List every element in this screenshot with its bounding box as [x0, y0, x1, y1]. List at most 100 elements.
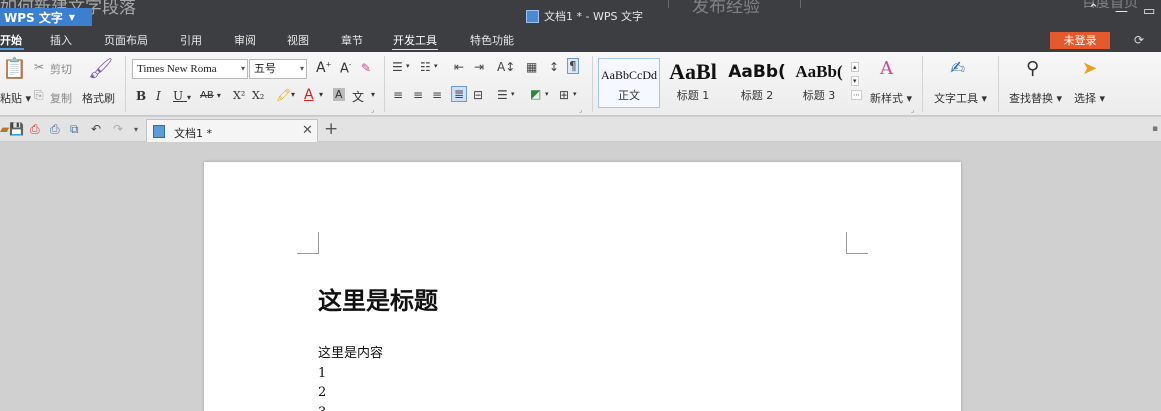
- undo-icon[interactable]: ↶: [91, 122, 101, 136]
- style-heading-2[interactable]: AaBb( 标题 2: [726, 58, 788, 108]
- shrink-font-button[interactable]: A-: [340, 61, 351, 76]
- sort-icon[interactable]: ↕: [549, 60, 559, 74]
- find-replace-button[interactable]: 查找替换 ▾: [1009, 90, 1062, 106]
- font-family-select[interactable]: Times New Roma ▾: [132, 59, 248, 79]
- close-icon[interactable]: ✕: [302, 123, 313, 138]
- text-tools-icon[interactable]: ✍: [950, 58, 965, 79]
- highlight-icon[interactable]: 🖍: [276, 88, 291, 102]
- italic-button[interactable]: I: [156, 89, 161, 103]
- format-painter-icon[interactable]: 🖌: [88, 56, 113, 80]
- chevron-down-icon[interactable]: ▾: [291, 90, 295, 99]
- document-body[interactable]: 这里是内容 1 2 3: [318, 344, 383, 411]
- style-heading-3[interactable]: AaBb( 标题 3: [788, 58, 850, 108]
- body-line[interactable]: 2: [318, 383, 383, 403]
- print-preview-icon[interactable]: ⧉: [70, 122, 79, 137]
- tab-document[interactable]: 文档1 * ✕: [146, 119, 318, 142]
- align-center-icon[interactable]: ≡: [413, 88, 423, 102]
- login-button[interactable]: 未登录: [1050, 32, 1110, 49]
- text-tools-button[interactable]: 文字工具 ▾: [934, 90, 987, 106]
- tab-insert[interactable]: 插入: [50, 30, 72, 52]
- decrease-indent-icon[interactable]: ⇤: [454, 60, 464, 74]
- bold-button[interactable]: B: [136, 89, 146, 103]
- folder-open-icon[interactable]: ▰: [0, 122, 9, 136]
- document-heading[interactable]: 这里是标题: [318, 281, 438, 316]
- binoculars-icon[interactable]: ⚲: [1026, 58, 1039, 79]
- grow-font-button[interactable]: A+: [316, 60, 331, 76]
- chevron-down-icon[interactable]: ▾: [545, 90, 549, 98]
- chevron-down-icon[interactable]: ▾: [406, 62, 410, 70]
- paste-button[interactable]: 粘贴 ▾: [0, 90, 31, 106]
- font-color-button[interactable]: A: [304, 87, 314, 103]
- subscript-button[interactable]: X₂: [252, 89, 264, 102]
- line-spacing-icon[interactable]: ☰: [497, 88, 508, 102]
- chevron-down-icon[interactable]: ▾: [319, 90, 323, 99]
- chevron-down-icon[interactable]: ▾: [573, 90, 577, 98]
- style-heading-1[interactable]: AaBl 标题 1: [662, 58, 724, 108]
- superscript-button[interactable]: X²: [233, 89, 245, 102]
- numbered-list-icon[interactable]: ☷: [420, 60, 431, 74]
- maximize-button[interactable]: ▭: [1143, 4, 1155, 19]
- show-marks-icon[interactable]: ¶: [567, 58, 579, 74]
- styles-scroll-down[interactable]: ▾: [851, 76, 859, 86]
- dialog-launcher-icon[interactable]: ⌟: [579, 106, 582, 114]
- bullet-list-icon[interactable]: ☰: [392, 60, 403, 74]
- select-button[interactable]: 选择 ▾: [1074, 90, 1105, 106]
- tab-special-features[interactable]: 特色功能: [470, 30, 514, 52]
- justify-icon[interactable]: ≣: [451, 86, 468, 102]
- strikethrough-button[interactable]: AB ▾: [200, 90, 221, 101]
- save-icon[interactable]: 💾: [9, 122, 24, 136]
- dialog-launcher-icon[interactable]: ⌟: [911, 106, 914, 114]
- align-right-icon[interactable]: ≡: [432, 88, 442, 102]
- body-line[interactable]: 1: [318, 364, 383, 384]
- text-direction-icon[interactable]: A↕: [497, 60, 515, 74]
- increase-indent-icon[interactable]: ⇥: [474, 60, 484, 74]
- body-line[interactable]: 3: [318, 403, 383, 411]
- new-style-icon[interactable]: A: [880, 58, 893, 79]
- scissors-icon[interactable]: ✂: [34, 60, 44, 74]
- underline-button[interactable]: U ▾: [173, 89, 191, 103]
- phonetic-guide-button[interactable]: 文: [352, 88, 364, 105]
- tab-review[interactable]: 审阅: [234, 30, 256, 52]
- cut-button[interactable]: 剪切: [50, 61, 72, 77]
- document-canvas[interactable]: 这里是标题 这里是内容 1 2 3: [0, 143, 1161, 411]
- redo-icon[interactable]: ↷: [113, 122, 123, 136]
- borders-icon[interactable]: ⊞: [559, 88, 569, 102]
- select-cursor-icon[interactable]: ➤: [1082, 58, 1097, 79]
- chevron-down-icon[interactable]: ▾: [371, 90, 375, 99]
- tab-page-layout[interactable]: 页面布局: [104, 30, 148, 52]
- customize-quick-access-icon[interactable]: ▾: [134, 125, 138, 134]
- chevron-down-icon[interactable]: ▾: [434, 62, 438, 70]
- collapse-ribbon-icon[interactable]: ⌃: [1088, 2, 1099, 17]
- tab-menu-icon[interactable]: ▪: [1152, 124, 1158, 134]
- table-icon[interactable]: ▦: [526, 60, 537, 74]
- styles-more[interactable]: ⋯: [851, 90, 862, 100]
- new-tab-button[interactable]: +: [324, 119, 338, 139]
- wps-app-menu-button[interactable]: WPS 文字 ▼: [0, 8, 92, 26]
- clear-format-icon[interactable]: ✎: [361, 61, 371, 75]
- new-style-button[interactable]: 新样式 ▾: [870, 90, 912, 106]
- chevron-down-icon[interactable]: ▾: [511, 90, 515, 98]
- body-paragraph[interactable]: 这里是内容: [318, 344, 383, 364]
- font-size-select[interactable]: 五号 ▾: [249, 59, 307, 79]
- minimize-button[interactable]: —: [1115, 4, 1128, 19]
- tab-developer-tools[interactable]: 开发工具: [392, 30, 438, 52]
- dialog-launcher-icon[interactable]: ⌟: [371, 106, 374, 114]
- tab-chapter[interactable]: 章节: [341, 30, 363, 52]
- tab-view[interactable]: 视图: [287, 30, 309, 52]
- paste-icon[interactable]: 📋: [2, 56, 27, 80]
- character-shading-button[interactable]: A: [333, 88, 345, 101]
- sync-icon[interactable]: ⟳: [1134, 33, 1144, 47]
- export-pdf-icon[interactable]: ⎙: [30, 122, 40, 137]
- align-left-icon[interactable]: ≡: [393, 88, 403, 102]
- print-icon[interactable]: ⎙: [50, 122, 60, 137]
- format-painter-button[interactable]: 格式刷: [82, 90, 115, 106]
- tab-references[interactable]: 引用: [180, 30, 202, 52]
- style-normal[interactable]: AaBbCcDd 正文: [598, 58, 660, 108]
- document-page[interactable]: 这里是标题 这里是内容 1 2 3: [204, 162, 961, 411]
- tab-home[interactable]: 开始: [0, 30, 24, 52]
- distributed-align-icon[interactable]: ⊟: [473, 88, 483, 102]
- copy-button[interactable]: 复制: [50, 90, 72, 106]
- styles-scroll-up[interactable]: ▴: [851, 62, 859, 72]
- copy-icon[interactable]: ⎘: [34, 88, 44, 103]
- shading-icon[interactable]: ◩: [530, 87, 541, 101]
